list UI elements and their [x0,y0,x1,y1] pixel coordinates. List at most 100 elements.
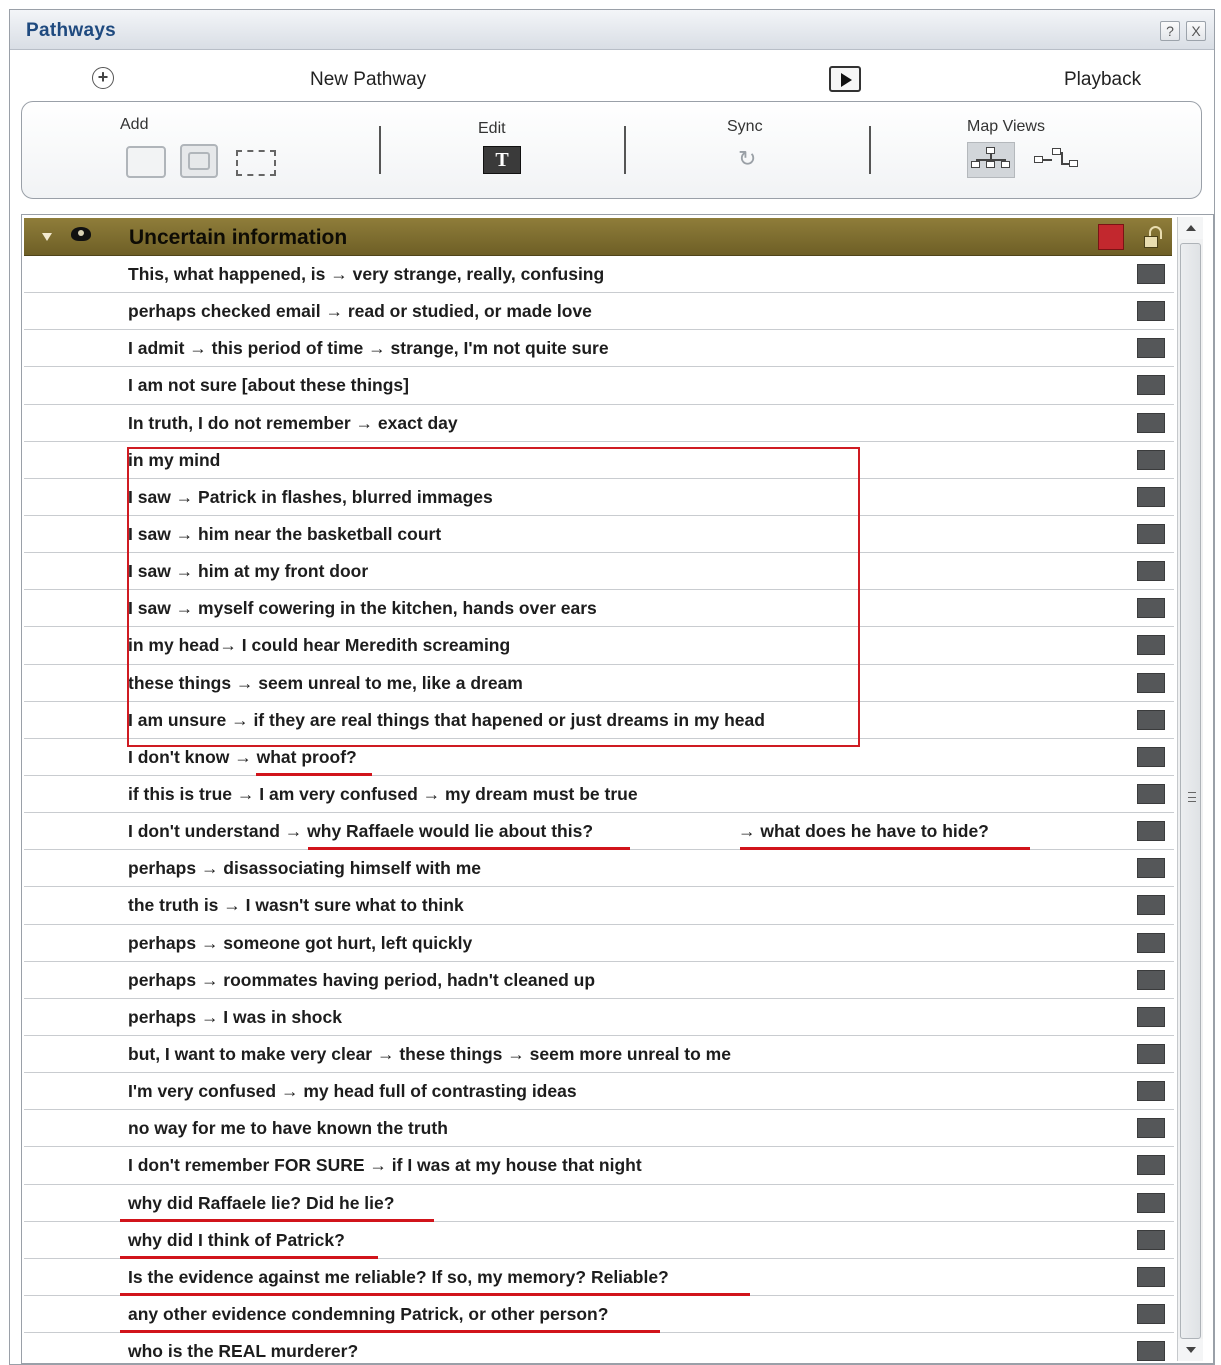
row-color-swatch[interactable] [1137,858,1165,879]
list-item[interactable]: any other evidence condemning Patrick, o… [24,1295,1174,1334]
edit-text-icon[interactable]: T [483,146,521,174]
list-item[interactable]: I saw → myself cowering in the kitchen, … [24,590,1174,628]
row-text: any other evidence condemning Patrick, o… [128,1303,609,1324]
row-color-swatch[interactable] [1137,672,1165,693]
row-text: perhaps → I was in shock [128,1006,342,1027]
list-item[interactable]: Is the evidence against me reliable? If … [24,1258,1174,1296]
list-item[interactable]: In truth, I do not remember → exact day [24,404,1174,442]
pathways-panel: Pathways ? X + New Pathway Playback Add … [9,9,1215,1365]
list-item[interactable]: perhaps → I was in shock [24,998,1174,1036]
row-color-swatch[interactable] [1137,635,1165,656]
list-item[interactable]: no way for me to have known the truth [24,1110,1174,1148]
sync-icon[interactable]: ↻ [738,146,756,172]
row-color-swatch[interactable] [1137,821,1165,842]
row-color-swatch[interactable] [1137,1118,1165,1139]
divider [379,126,381,174]
list-item[interactable]: why did Raffaele lie? Did he lie? [24,1184,1174,1222]
row-color-swatch[interactable] [1137,449,1165,470]
row-text: perhaps → someone got hurt, left quickly [128,932,473,953]
list-item[interactable]: I'm very confused → my head full of cont… [24,1073,1174,1111]
add-selection-icon[interactable] [236,150,276,176]
row-color-swatch[interactable] [1137,895,1165,916]
list-item[interactable]: but, I want to make very clear → these t… [24,1035,1174,1074]
list-item[interactable]: I admit → this period of time → strange,… [24,330,1174,368]
row-color-swatch[interactable] [1137,486,1165,507]
list-item[interactable]: I saw → Patrick in flashes, blurred imma… [24,478,1174,516]
scroll-down-icon[interactable] [1178,1339,1203,1361]
row-text: I am not sure [about these things] [128,375,409,396]
row-color-swatch[interactable] [1137,746,1165,767]
row-text: in my mind [128,449,221,470]
list-item[interactable]: why did I think of Patrick? [24,1221,1174,1259]
row-color-swatch[interactable] [1137,1266,1165,1287]
list-item[interactable]: I am unsure → if they are real things th… [24,701,1174,739]
unlock-icon[interactable] [1142,226,1164,250]
list-item[interactable]: in my mind [24,441,1174,479]
playback-button[interactable]: Playback [1064,69,1141,91]
row-text: I don't understand → why Raffaele would … [128,821,594,842]
list-item[interactable]: if this is true → I am very confused → m… [24,775,1174,814]
edit-label: Edit [478,120,506,137]
list-item[interactable]: perhaps checked email → read or studied,… [24,293,1174,331]
close-button[interactable]: X [1186,21,1206,41]
help-button[interactable]: ? [1160,21,1180,41]
add-node-icon[interactable] [126,146,166,178]
row-text: who is the REAL murderer? [128,1341,359,1362]
list-item[interactable]: perhaps → roommates having period, hadn'… [24,961,1174,999]
row-text: why did I think of Patrick? [128,1229,345,1250]
row-text-continued: → what does he have to hide? [738,821,989,842]
list-item[interactable]: This, what happened, is → very strange, … [24,256,1174,294]
row-color-swatch[interactable] [1137,412,1165,433]
row-color-swatch[interactable] [1137,1303,1165,1324]
row-color-swatch[interactable] [1137,1081,1165,1102]
row-color-swatch[interactable] [1137,375,1165,396]
list-item[interactable]: I saw → him near the basketball court [24,515,1174,554]
row-color-swatch[interactable] [1137,561,1165,582]
row-color-swatch[interactable] [1137,523,1165,544]
vertical-scrollbar[interactable] [1177,217,1203,1361]
list-item[interactable]: who is the REAL murderer? [24,1333,1174,1363]
scrollbar-thumb[interactable] [1180,243,1201,1339]
list-item[interactable]: these things → seem unreal to me, like a… [24,664,1174,702]
divider [869,126,871,174]
row-color-swatch[interactable] [1137,1006,1165,1027]
list-item[interactable]: I saw → him at my front door [24,553,1174,591]
map-tree-view-icon[interactable] [967,142,1015,178]
row-color-swatch[interactable] [1137,969,1165,990]
row-color-swatch[interactable] [1137,1155,1165,1176]
row-color-swatch[interactable] [1137,1192,1165,1213]
sync-label: Sync [727,118,763,135]
add-group-icon[interactable] [180,144,218,178]
scroll-up-icon[interactable] [1178,217,1203,239]
row-color-swatch[interactable] [1137,301,1165,322]
row-color-swatch[interactable] [1137,1043,1165,1064]
row-color-swatch[interactable] [1137,264,1165,284]
row-color-swatch[interactable] [1137,1341,1165,1362]
group-color-swatch[interactable] [1098,224,1124,250]
list-item[interactable]: in my head→ I could hear Meredith scream… [24,627,1174,665]
list-item[interactable]: I am not sure [about these things] [24,367,1174,405]
list-item[interactable]: I don't remember FOR SURE → if I was at … [24,1147,1174,1185]
new-pathway-button[interactable]: New Pathway [310,69,426,91]
row-text: I'm very confused → my head full of cont… [128,1081,577,1102]
row-color-swatch[interactable] [1137,1229,1165,1250]
new-pathway-icon[interactable]: + [92,67,114,89]
row-color-swatch[interactable] [1137,598,1165,619]
list-item[interactable]: perhaps → disassociating himself with me [24,850,1174,888]
row-color-swatch[interactable] [1137,338,1165,359]
list-item[interactable]: perhaps → someone got hurt, left quickly [24,924,1174,962]
list-item[interactable]: the truth is → I wasn't sure what to thi… [24,887,1174,925]
row-color-swatch[interactable] [1137,709,1165,730]
node-list: Uncertain information This, what happene… [21,214,1214,1364]
group-header[interactable]: Uncertain information [24,218,1172,256]
row-color-swatch[interactable] [1137,783,1165,804]
panel-title: Pathways [26,20,117,41]
row-text: In truth, I do not remember → exact day [128,412,458,433]
eye-icon[interactable] [71,227,91,241]
list-item[interactable]: I don't know → what proof? [24,738,1174,776]
map-flow-view-icon[interactable] [1030,142,1082,178]
row-color-swatch[interactable] [1137,932,1165,953]
play-icon[interactable] [829,66,861,92]
list-item[interactable]: I don't understand → why Raffaele would … [24,813,1174,851]
collapse-arrow-icon[interactable] [42,233,52,241]
